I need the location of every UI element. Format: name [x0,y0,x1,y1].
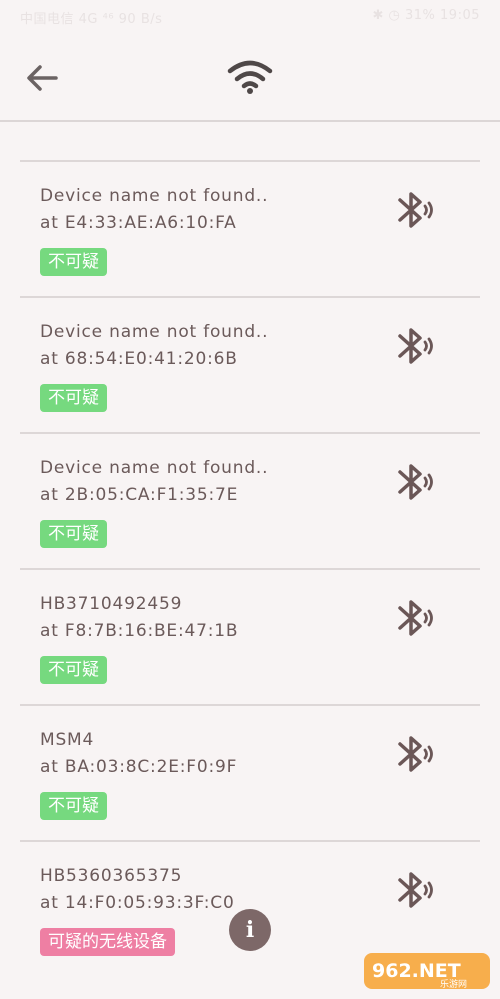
list-item[interactable]: Device name not found.. at 2B:05:CA:F1:3… [20,434,480,570]
device-name: MSM4 [40,730,95,750]
status-bar: 中国电信 4G ⁴⁶ 90 B/s ✱ ◷ 31% 19:05 [0,0,500,32]
device-address: at 14:F0:05:93:3F:C0 [40,893,235,913]
list-item[interactable]: HB3710492459 at F8:7B:16:BE:47:1B 不可疑 [20,570,480,706]
status-badge: 可疑的无线设备 [40,928,175,956]
status-carrier: 中国电信 4G ⁴⁶ 90 B/s [20,12,163,27]
bluetooth-icon[interactable] [392,324,436,368]
status-badge: 不可疑 [40,520,107,548]
bluetooth-icon[interactable] [392,596,436,640]
device-name: HB3710492459 [40,594,183,614]
device-address: at F8:7B:16:BE:47:1B [40,621,239,641]
status-time: ✱ ◷ 31% 19:05 [372,8,480,23]
device-name: Device name not found.. [40,186,269,206]
device-name: Device name not found.. [40,458,269,478]
bluetooth-icon[interactable] [392,732,436,776]
device-address: at E4:33:AE:A6:10:FA [40,213,237,233]
device-list: Device name not found.. at E4:33:AE:A6:1… [20,160,480,976]
watermark-logo: 962.NET 乐游网 [362,949,492,993]
bluetooth-icon[interactable] [392,460,436,504]
status-badge: 不可疑 [40,248,107,276]
status-badge: 不可疑 [40,792,107,820]
list-item[interactable]: Device name not found.. at 68:54:E0:41:2… [20,298,480,434]
device-name: HB5360365375 [40,866,183,886]
device-address: at BA:03:8C:2E:F0:9F [40,757,238,777]
info-button[interactable]: i [229,909,271,951]
svg-text:962.NET: 962.NET [372,960,461,982]
device-name: Device name not found.. [40,322,269,342]
wifi-icon [226,58,274,96]
toolbar [0,32,500,122]
status-badge: 不可疑 [40,384,107,412]
list-item[interactable]: Device name not found.. at E4:33:AE:A6:1… [20,162,480,298]
bluetooth-icon[interactable] [392,868,436,912]
status-badge: 不可疑 [40,656,107,684]
list-item[interactable]: MSM4 at BA:03:8C:2E:F0:9F 不可疑 [20,706,480,842]
svg-text:乐游网: 乐游网 [440,978,467,990]
back-arrow-icon[interactable] [22,58,62,98]
device-address: at 68:54:E0:41:20:6B [40,349,238,369]
bluetooth-icon[interactable] [392,188,436,232]
device-address: at 2B:05:CA:F1:35:7E [40,485,239,505]
